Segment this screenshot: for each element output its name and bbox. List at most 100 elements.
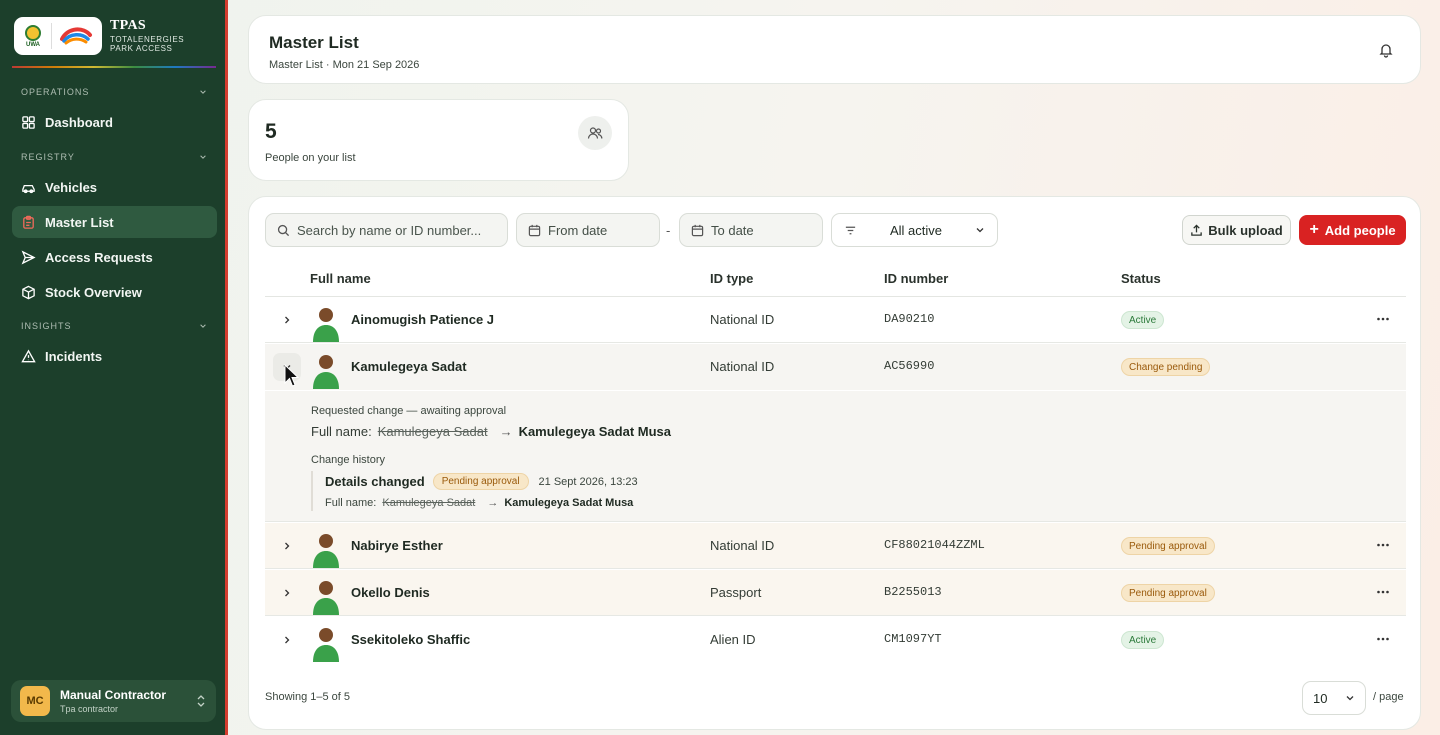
person-avatar-icon: [313, 308, 339, 342]
search-icon: [277, 224, 290, 236]
page-header: Master List Master List · Mon 21 Sep 202…: [248, 15, 1421, 84]
box-icon: [22, 285, 35, 299]
id-type: National ID: [710, 312, 775, 327]
id-number: DA90210: [884, 312, 935, 326]
clipboard-icon: [23, 215, 34, 229]
table-header: Full name ID type ID number Status: [265, 259, 1406, 297]
brand-divider: [12, 66, 216, 68]
chevron-right-icon: [285, 589, 290, 597]
from-date-field[interactable]: From date: [516, 213, 660, 247]
status-badge: Pending approval: [1121, 537, 1215, 555]
bell-icon[interactable]: [1378, 42, 1394, 58]
page-title: Master List: [269, 33, 359, 52]
upload-icon: [1191, 223, 1203, 236]
expand-row-button[interactable]: [273, 532, 301, 560]
page-size-select[interactable]: 10: [1302, 681, 1366, 715]
person-name: Okello Denis: [351, 585, 430, 600]
nav-group-registry[interactable]: REGISTRY: [21, 150, 207, 164]
more-options-icon[interactable]: [1376, 538, 1390, 552]
row-detail-panel: Requested change — awaiting approval Ful…: [265, 391, 1406, 522]
history-status-badge: Pending approval: [432, 473, 529, 490]
status-filter-select[interactable]: All active: [831, 213, 998, 247]
id-type: National ID: [710, 538, 775, 553]
requested-change-line: Full name: Kamulegeya Sadat → Kamulegeya…: [311, 424, 672, 439]
column-status[interactable]: Status: [1121, 271, 1161, 286]
breadcrumb: Master List · Mon 21 Sep 2026: [269, 59, 420, 71]
add-people-button[interactable]: + Add people: [1299, 215, 1406, 245]
id-type: National ID: [710, 359, 775, 374]
brand: UWA TPAS TOTALENERGIES PARK ACCESS: [14, 16, 216, 56]
person-name: Ssekitoleko Shaffic: [351, 632, 471, 647]
sidebar-item-vehicles[interactable]: Vehicles: [12, 171, 217, 203]
sidebar-item-access-requests[interactable]: Access Requests: [12, 241, 217, 273]
totalenergies-logo: [60, 27, 92, 45]
chevron-right-icon: [285, 636, 290, 644]
calendar-icon: [528, 224, 541, 236]
id-number: CF88021044ZZML: [884, 538, 985, 552]
expand-row-button[interactable]: [273, 579, 301, 607]
chevron-right-icon: [285, 316, 290, 324]
send-icon: [21, 249, 36, 265]
table-row[interactable]: Ssekitoleko Shaffic Alien ID CM1097YT Ac…: [265, 617, 1406, 663]
app-subtitle-1: TOTALENERGIES: [110, 35, 185, 44]
arrow-right-icon: →: [499, 424, 513, 439]
table-row[interactable]: Kamulegeya Sadat National ID AC56990 Cha…: [265, 344, 1406, 390]
users-icon: [587, 127, 603, 139]
sidebar-item-master-list[interactable]: Master List: [12, 206, 217, 238]
person-name: Kamulegeya Sadat: [351, 359, 467, 374]
user-menu[interactable]: MC Manual Contractor Tpa contractor: [11, 680, 216, 722]
id-number: AC56990: [884, 359, 935, 373]
people-count-card: 5 People on your list: [248, 99, 629, 181]
search-field[interactable]: [265, 213, 508, 247]
table-row[interactable]: Ainomugish Patience J National ID DA9021…: [265, 297, 1406, 343]
more-options-icon[interactable]: [1376, 632, 1390, 646]
per-page-label: / page: [1373, 691, 1404, 703]
status-badge: Active: [1121, 631, 1165, 649]
more-options-icon[interactable]: [1376, 312, 1390, 326]
person-name: Nabirye Esther: [351, 538, 443, 553]
more-options-icon[interactable]: [1376, 585, 1390, 599]
expand-row-button[interactable]: [273, 306, 301, 334]
change-history-entry: Details changed Pending approval 21 Sept…: [311, 471, 911, 511]
people-count: 5: [265, 120, 277, 143]
uwa-seal-logo: UWA: [22, 21, 44, 51]
bulk-upload-button[interactable]: Bulk upload: [1182, 215, 1291, 245]
collapse-row-button[interactable]: [273, 353, 301, 381]
status-badge: Pending approval: [1121, 584, 1215, 602]
sidebar-item-dashboard[interactable]: Dashboard: [12, 106, 217, 138]
arrow-right-icon: →: [487, 497, 499, 509]
expand-row-button[interactable]: [273, 626, 301, 654]
sidebar: UWA TPAS TOTALENERGIES PARK ACCESS OPERA…: [0, 0, 228, 735]
chevron-down-icon: [283, 365, 291, 370]
people-count-label: People on your list: [265, 152, 356, 164]
status-badge: Change pending: [1121, 358, 1211, 376]
id-type: Alien ID: [710, 632, 756, 647]
partner-logos: UWA: [14, 17, 102, 55]
search-input[interactable]: [297, 222, 496, 238]
status-badge: Active: [1121, 311, 1165, 329]
column-full-name[interactable]: Full name: [310, 271, 371, 286]
nav-group-operations[interactable]: OPERATIONS: [21, 85, 207, 99]
column-id-type[interactable]: ID type: [710, 271, 753, 286]
person-avatar-icon: [313, 581, 339, 615]
chevron-down-icon: [200, 155, 206, 159]
date-range-separator: -: [666, 223, 671, 238]
column-id-number[interactable]: ID number: [884, 271, 948, 286]
person-avatar-icon: [313, 534, 339, 568]
table-row[interactable]: Nabirye Esther National ID CF88021044ZZM…: [265, 523, 1406, 569]
table-row[interactable]: Okello Denis Passport B2255013 Pending a…: [265, 570, 1406, 616]
to-date-field[interactable]: To date: [679, 213, 823, 247]
history-event: Details changed: [325, 474, 425, 489]
warning-icon: [21, 349, 36, 362]
id-number: CM1097YT: [884, 632, 942, 646]
sidebar-item-incidents[interactable]: Incidents: [12, 340, 217, 372]
nav-group-insights[interactable]: INSIGHTS: [21, 319, 207, 333]
history-old-value: Kamulegeya Sadat: [382, 497, 476, 509]
car-icon: [22, 184, 35, 193]
new-value: Kamulegeya Sadat Musa: [518, 424, 672, 439]
sidebar-item-stock-overview[interactable]: Stock Overview: [12, 276, 217, 308]
person-avatar-icon: [313, 628, 339, 662]
app-subtitle-2: PARK ACCESS: [110, 44, 173, 53]
app-title: TPAS: [110, 18, 146, 33]
plus-icon: +: [1309, 221, 1319, 238]
